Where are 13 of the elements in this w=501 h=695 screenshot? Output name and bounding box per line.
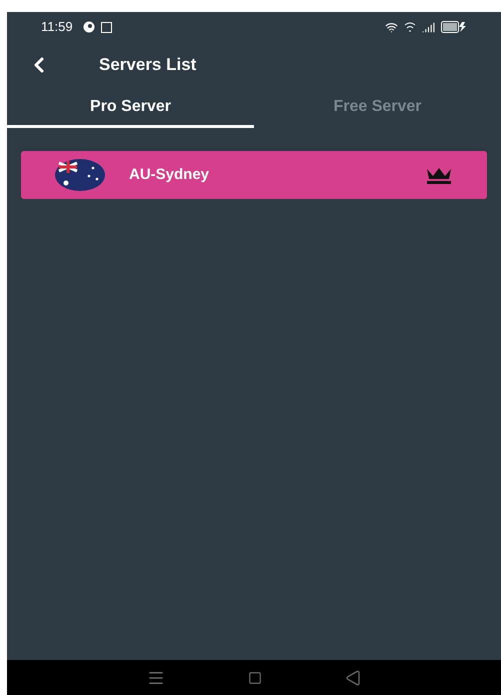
page-title: Servers List	[99, 54, 196, 76]
wifi-icon	[385, 20, 398, 34]
app-icon	[82, 21, 95, 33]
server-item[interactable]: AU-Sydney	[21, 151, 487, 199]
server-name: AU-Sydney	[129, 164, 210, 185]
status-time: 11:59	[41, 18, 73, 36]
flag-icon	[55, 159, 105, 191]
calendar-icon	[100, 22, 112, 32]
signal-icon	[422, 20, 435, 34]
tab[interactable]: Free Server	[254, 88, 501, 128]
battery-icon	[441, 21, 467, 33]
tab[interactable]: Pro Server	[7, 88, 254, 128]
back-icon[interactable]	[344, 670, 361, 686]
